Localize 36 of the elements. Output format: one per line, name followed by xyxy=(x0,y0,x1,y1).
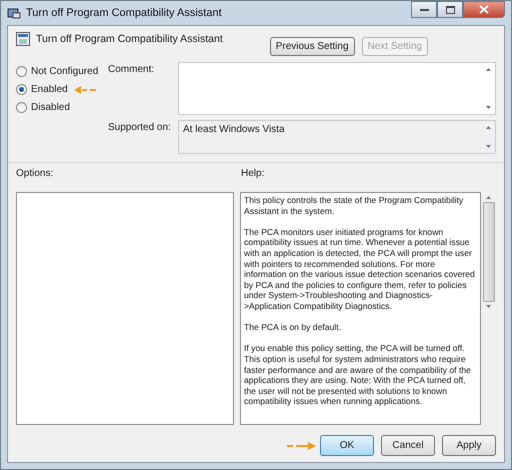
scroll-down-icon[interactable] xyxy=(486,145,490,148)
help-paragraph: The PCA is on by default. xyxy=(244,322,342,333)
maximize-button[interactable] xyxy=(437,1,463,18)
arrow-icon xyxy=(72,84,97,94)
scroll-down-icon[interactable] xyxy=(486,106,490,109)
dialog-button[interactable]: OK xyxy=(320,435,374,456)
comment-label: Comment: xyxy=(108,63,156,77)
scroll-up-icon[interactable] xyxy=(486,126,490,129)
help-paragraph: This policy controls the state of the Program Compatibility Assistant in the system. xyxy=(244,195,464,216)
policy-icon xyxy=(16,32,30,46)
supported-label: Supported on: xyxy=(108,121,172,135)
scroll-up-icon[interactable] xyxy=(486,68,490,71)
close-button[interactable] xyxy=(463,1,505,18)
nav-button[interactable]: Previous Setting xyxy=(270,37,355,56)
close-icon xyxy=(479,5,489,14)
minimize-icon xyxy=(420,8,428,12)
minimize-button[interactable] xyxy=(411,1,437,18)
dialog-button[interactable]: Apply xyxy=(442,435,496,456)
setting-title: Turn off Program Compatibility Assistant xyxy=(36,33,223,45)
arrow-icon xyxy=(287,440,317,450)
help-label: Help: xyxy=(241,168,264,179)
comment-field[interactable] xyxy=(178,62,496,115)
scroll-down-icon[interactable] xyxy=(486,305,491,308)
maximize-icon xyxy=(446,6,454,14)
help-paragraph: The PCA monitors user initiated programs for known compatibility issues at run time. Whenever a potential issue with an application is detected, the PCA will prompt the user with pointers to recommended solutions. For more information on the various issue detection scenarios covered by PCA and the policies to configure them, refer to policies under System->Troubleshooting and Diagnostics->Application Compatibility Diagnostics. xyxy=(244,226,476,312)
scrollbar-thumb[interactable] xyxy=(482,202,494,302)
dialog-button[interactable]: Cancel xyxy=(381,435,435,456)
window-title: Turn off Program Compatibility Assistant xyxy=(26,7,222,19)
help-paragraph: If you enable this policy setting, the PCA will be turned off. This option is useful for system administrators who require faster performance and are aware of the compatibility of the applications they are using. Note: With the PCA turned off, the user will not be presented with solutions to known compatibility issues when running applications. xyxy=(244,343,472,407)
radio-option[interactable]: Enabled xyxy=(16,84,68,95)
supported-value: At least Windows Vista xyxy=(182,123,286,137)
radio-option[interactable]: Not Configured xyxy=(16,66,98,77)
options-label: Options: xyxy=(16,168,54,179)
radio-option[interactable]: Disabled xyxy=(16,102,70,113)
app-icon xyxy=(7,7,21,19)
scroll-up-icon[interactable] xyxy=(486,196,491,199)
